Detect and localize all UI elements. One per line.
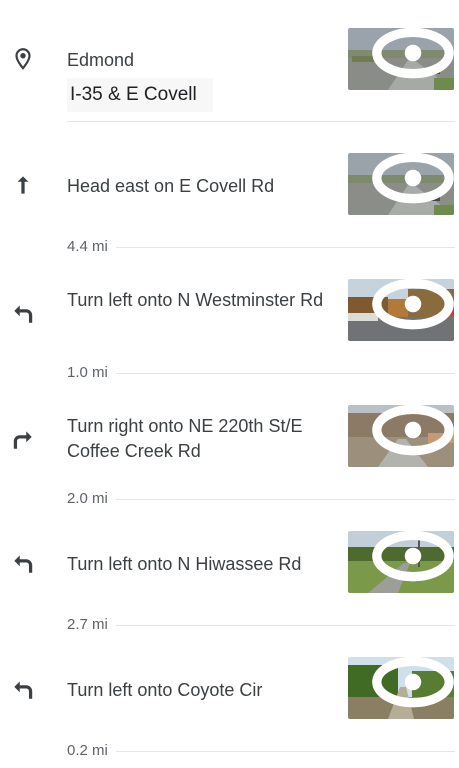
direction-step[interactable]: Turn left onto Coyote Cir	[0, 654, 459, 744]
step-instruction: Head east on E Covell Rd	[67, 176, 275, 196]
street-view-thumbnail[interactable]	[348, 531, 454, 593]
street-view-thumbnail[interactable]	[348, 279, 454, 341]
divider	[67, 373, 455, 374]
divider	[67, 751, 455, 752]
360-view-icon	[372, 531, 454, 582]
step-distance: 2.7 mi	[67, 616, 116, 634]
turn-left-icon	[10, 676, 36, 702]
start-location-row[interactable]: Edmond I-35 & E Covell	[0, 0, 459, 122]
step-instruction: Turn right onto NE 220th St/E Coffee Cre…	[67, 416, 303, 461]
direction-step[interactable]: Turn left onto N Hiwassee Rd	[0, 528, 459, 618]
start-place-name: Edmond	[67, 50, 135, 70]
step-instruction: Turn left onto N Westminster Rd	[67, 290, 324, 310]
divider	[67, 247, 455, 248]
direction-step[interactable]: Head east on E Covell Rd	[0, 150, 459, 240]
step-distance: 2.0 mi	[67, 490, 116, 508]
360-view-icon	[372, 28, 454, 79]
step-instruction: Turn left onto N Hiwassee Rd	[67, 554, 302, 574]
straight-arrow-icon	[10, 172, 36, 198]
street-view-thumbnail[interactable]	[348, 153, 454, 215]
location-pin-icon	[10, 46, 36, 72]
divider	[67, 121, 455, 122]
360-view-icon	[372, 405, 454, 456]
step-distance: 0.2 mi	[67, 742, 116, 760]
step-distance: 4.4 mi	[67, 238, 116, 256]
360-view-icon	[372, 657, 454, 708]
start-address: I-35 & E Covell	[67, 78, 213, 112]
street-view-thumbnail[interactable]	[348, 657, 454, 719]
step-distance: 1.0 mi	[67, 364, 116, 382]
step-instruction: Turn left onto Coyote Cir	[67, 680, 263, 700]
360-view-icon	[372, 153, 454, 204]
street-view-thumbnail[interactable]	[348, 28, 454, 90]
360-view-icon	[372, 279, 454, 330]
turn-right-icon	[10, 426, 36, 452]
turn-left-icon	[10, 550, 36, 576]
direction-step[interactable]: Turn right onto NE 220th St/E Coffee Cre…	[0, 402, 459, 492]
turn-left-icon	[10, 300, 36, 326]
direction-step[interactable]: Turn left onto N Westminster Rd	[0, 276, 459, 366]
divider	[67, 499, 455, 500]
street-view-thumbnail[interactable]	[348, 405, 454, 467]
divider	[67, 625, 455, 626]
